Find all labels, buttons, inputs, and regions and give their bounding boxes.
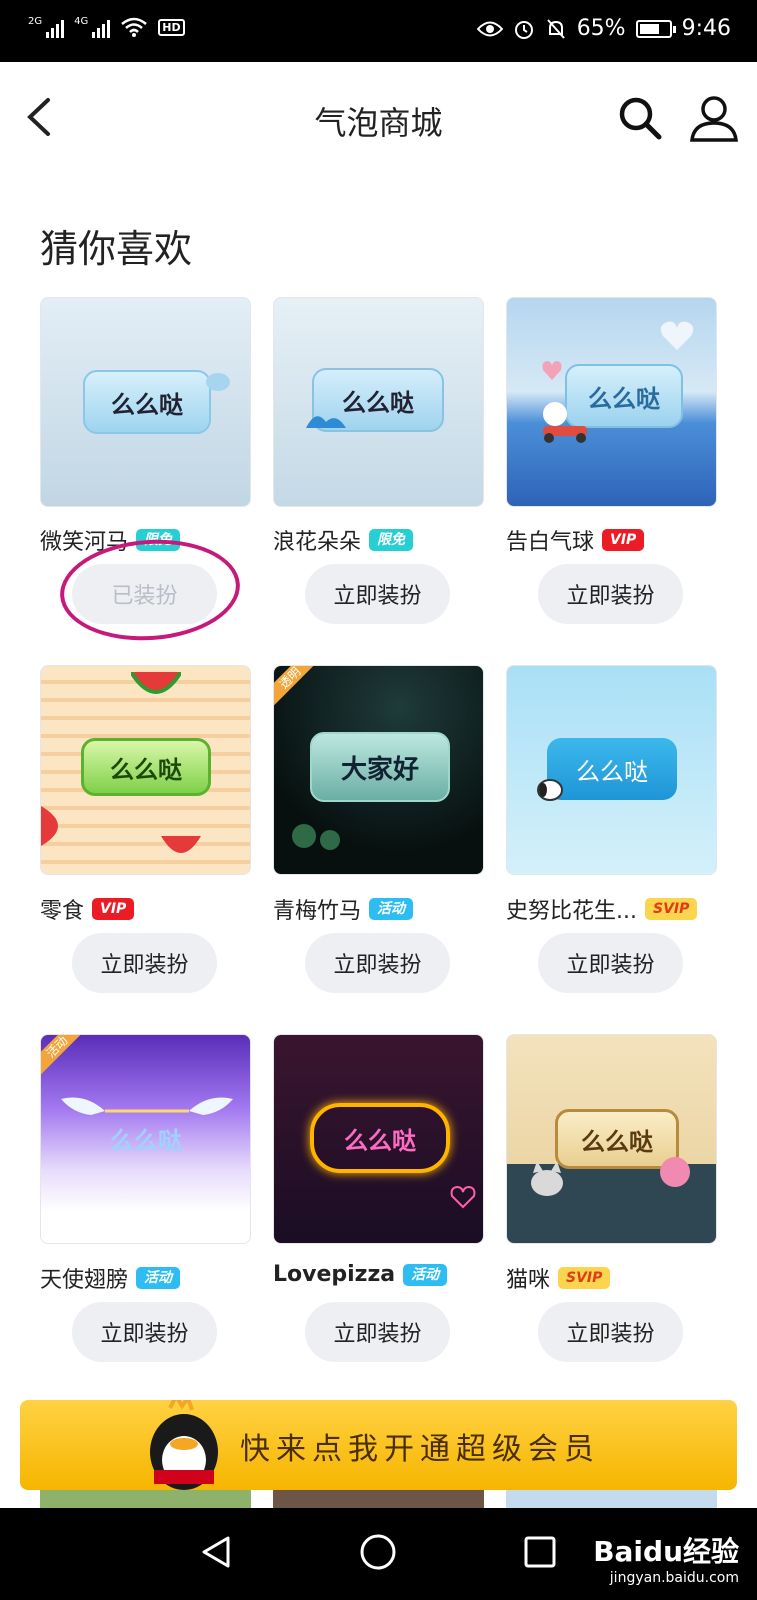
item-name: Lovepizza — [273, 1262, 396, 1287]
bubble-sample: 么么哒 — [83, 370, 211, 434]
watermark-url: jingyan.baidu.com — [609, 1570, 739, 1586]
signal-4g-icon: 4G — [74, 16, 111, 38]
battery-percent: 65% — [576, 16, 626, 41]
item-name-row: 青梅竹马 活动 — [273, 893, 414, 925]
user-profile-icon[interactable] — [688, 92, 740, 144]
battery-icon — [635, 19, 676, 38]
item-name-row: 告白气球 VIP — [506, 524, 645, 556]
equip-now-button[interactable]: 立即装扮 — [305, 1302, 450, 1362]
hd-icon: HD — [158, 18, 185, 36]
item-name: 史努比花生... — [506, 899, 637, 924]
watermelon-icon — [131, 672, 181, 694]
heart-cloud-icon — [660, 321, 694, 350]
duck-scooter-icon — [543, 402, 587, 443]
search-icon[interactable] — [616, 94, 664, 142]
section-title-recommended: 猜你喜欢 — [40, 227, 193, 271]
item-name: 浪花朵朵 — [273, 530, 362, 555]
bubble-preview-angel-wings[interactable]: 活动 么么哒 — [40, 1034, 251, 1244]
next-row-preview — [40, 1490, 251, 1508]
item-name: 天使翅膀 — [40, 1268, 129, 1293]
corner-tag: 透明 — [274, 666, 328, 720]
badge-activity: 活动 — [369, 898, 414, 920]
alarm-icon — [514, 20, 533, 39]
watermelon-icon — [161, 836, 201, 853]
wave-icon — [306, 416, 346, 428]
bubble-preview-childhood[interactable]: 透明 大家好 — [273, 665, 484, 875]
nav-back-triangle-icon[interactable] — [196, 1532, 236, 1572]
bubble-sample: 么么哒 — [310, 1103, 450, 1173]
equip-now-button[interactable]: 立即装扮 — [72, 1302, 217, 1362]
net-label-2: 4G — [74, 16, 89, 27]
item-name-row: 猫咪 SVIP — [506, 1262, 611, 1294]
qq-penguin-icon — [150, 1400, 218, 1490]
badge-vip: VIP — [92, 898, 135, 920]
bubble-sample: 大家好 — [310, 732, 450, 802]
eye-icon — [476, 21, 503, 36]
watermelon-icon — [41, 806, 58, 846]
item-name-row: 零食 VIP — [40, 893, 135, 925]
badge-vip: VIP — [602, 529, 645, 551]
corner-tag: 活动 — [41, 1035, 95, 1089]
yarn-ball-icon — [660, 1157, 690, 1187]
bubble-preview-hippo[interactable]: 么么哒 — [40, 297, 251, 507]
snoopy-icon — [537, 779, 563, 801]
net-label-1: 2G — [28, 16, 43, 27]
item-name: 告白气球 — [506, 530, 595, 555]
bubble-preview-snacks[interactable]: 么么哒 — [40, 665, 251, 875]
equip-now-button[interactable]: 立即装扮 — [72, 933, 217, 993]
equip-now-button[interactable]: 立即装扮 — [305, 933, 450, 993]
corner-tag-label: 透明 — [274, 666, 324, 712]
status-bar: 2G 4G HD 65% 9:46 — [0, 0, 757, 62]
item-name-row: 史努比花生... SVIP — [506, 893, 698, 925]
corner-tag-label: 活动 — [41, 1035, 91, 1081]
item-name-row: 天使翅膀 活动 — [40, 1262, 181, 1294]
equip-now-button[interactable]: 立即装扮 — [538, 564, 683, 624]
badge-activity: 活动 — [136, 1267, 181, 1289]
badge-activity: 活动 — [403, 1263, 448, 1286]
bubble-preview-lovepizza[interactable]: 么么哒 — [273, 1034, 484, 1244]
item-name-row: 浪花朵朵 限免 — [273, 524, 414, 556]
bubble-preview-snoopy[interactable]: 么么哒 — [506, 665, 717, 875]
bubble-sample: 么么哒 — [110, 1126, 182, 1155]
bubble-preview-balloon[interactable]: 么么哒 — [506, 297, 717, 507]
hippo-ear-icon — [206, 373, 230, 391]
watermark: Baidu经验 jingyan.baidu.com — [593, 1530, 739, 1586]
bubble-preview-cat[interactable]: 么么哒 — [506, 1034, 717, 1244]
svip-promo-banner[interactable]: 快来点我开通超级会员 — [20, 1400, 737, 1490]
item-name-row: Lovepizza 活动 — [273, 1262, 448, 1287]
next-row-preview — [506, 1490, 717, 1508]
nav-home-circle-icon[interactable] — [358, 1532, 398, 1572]
equip-now-button[interactable]: 立即装扮 — [538, 933, 683, 993]
system-navigation-bar: Baidu经验 jingyan.baidu.com — [0, 1508, 757, 1600]
cat-icon — [531, 1161, 563, 1196]
badge-svip: SVIP — [558, 1267, 611, 1289]
badge-free: 限免 — [369, 529, 414, 551]
balloon-heart-icon — [542, 361, 562, 380]
top-nav-bar: 气泡商城 — [0, 62, 757, 172]
bubble-sample: 么么哒 — [81, 738, 211, 796]
promo-text: 快来点我开通超级会员 — [240, 1432, 600, 1467]
bubble-preview-waves[interactable]: 么么哒 — [273, 297, 484, 507]
item-name: 零食 — [40, 899, 85, 924]
clock: 9:46 — [681, 16, 731, 41]
wifi-icon — [121, 17, 148, 37]
equip-now-button[interactable]: 立即装扮 — [538, 1302, 683, 1362]
neon-heart-icon — [450, 1185, 476, 1209]
watermark-brand: Baidu经验 — [593, 1535, 739, 1568]
plant-icon — [292, 824, 340, 850]
signal-2g-icon: 2G — [28, 16, 65, 38]
mute-bell-icon — [546, 18, 565, 39]
nav-recents-square-icon[interactable] — [520, 1532, 560, 1572]
badge-svip: SVIP — [644, 898, 698, 920]
item-name: 青梅竹马 — [273, 899, 362, 924]
next-row-preview — [273, 1490, 484, 1508]
equip-now-button[interactable]: 立即装扮 — [305, 564, 450, 624]
item-name: 猫咪 — [506, 1268, 551, 1293]
